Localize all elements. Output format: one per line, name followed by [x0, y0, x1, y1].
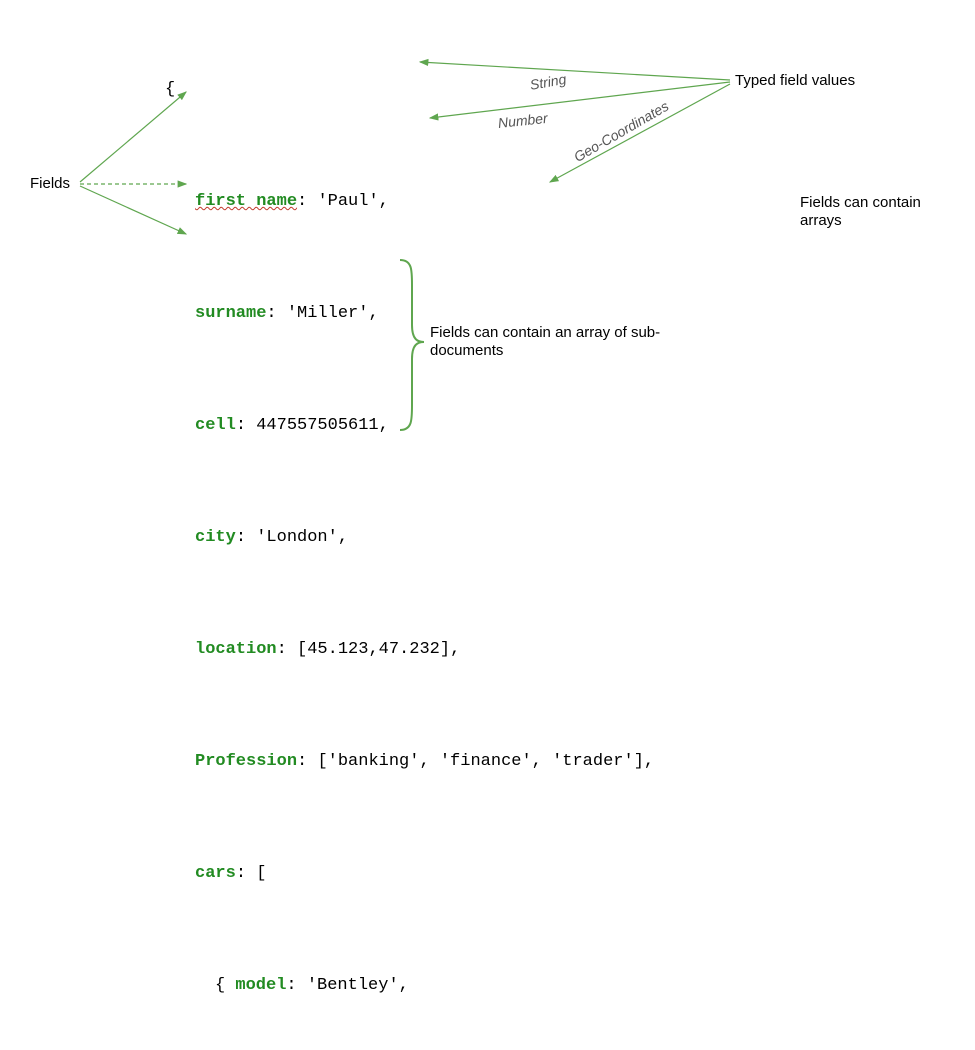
brace-open: { [165, 80, 175, 99]
field-key-city: city [195, 528, 236, 547]
field-key-surname: surname [195, 304, 266, 323]
field-key-cell: cell [195, 416, 236, 435]
field-val-surname: 'Miller' [287, 304, 369, 323]
field-val-city: 'London' [256, 528, 338, 547]
label-fields-can-contain-arrays: Fields can contain arrays [800, 194, 960, 230]
json-document: { first name: 'Paul', surname: 'Miller',… [165, 20, 654, 1050]
field-key-cars: cars [195, 864, 236, 883]
field-val-profession: ['banking', 'finance', 'trader'] [317, 752, 643, 771]
car0-model-key: model [235, 976, 286, 995]
field-key-first-name: first name [195, 192, 297, 211]
label-fields-contain-subdocuments: Fields can contain an array of sub-docum… [430, 324, 690, 360]
field-val-location: [45.123,47.232] [297, 640, 450, 659]
field-key-location: location [195, 640, 277, 659]
label-fields: Fields [30, 175, 70, 192]
label-typed-field-values: Typed field values [735, 72, 855, 89]
field-val-first-name: 'Paul' [317, 192, 378, 211]
field-val-cell: 447557505611 [256, 416, 378, 435]
cars-array-open: [ [256, 864, 266, 883]
car0-model-val: 'Bentley' [307, 976, 399, 995]
field-key-profession: Profession [195, 752, 297, 771]
